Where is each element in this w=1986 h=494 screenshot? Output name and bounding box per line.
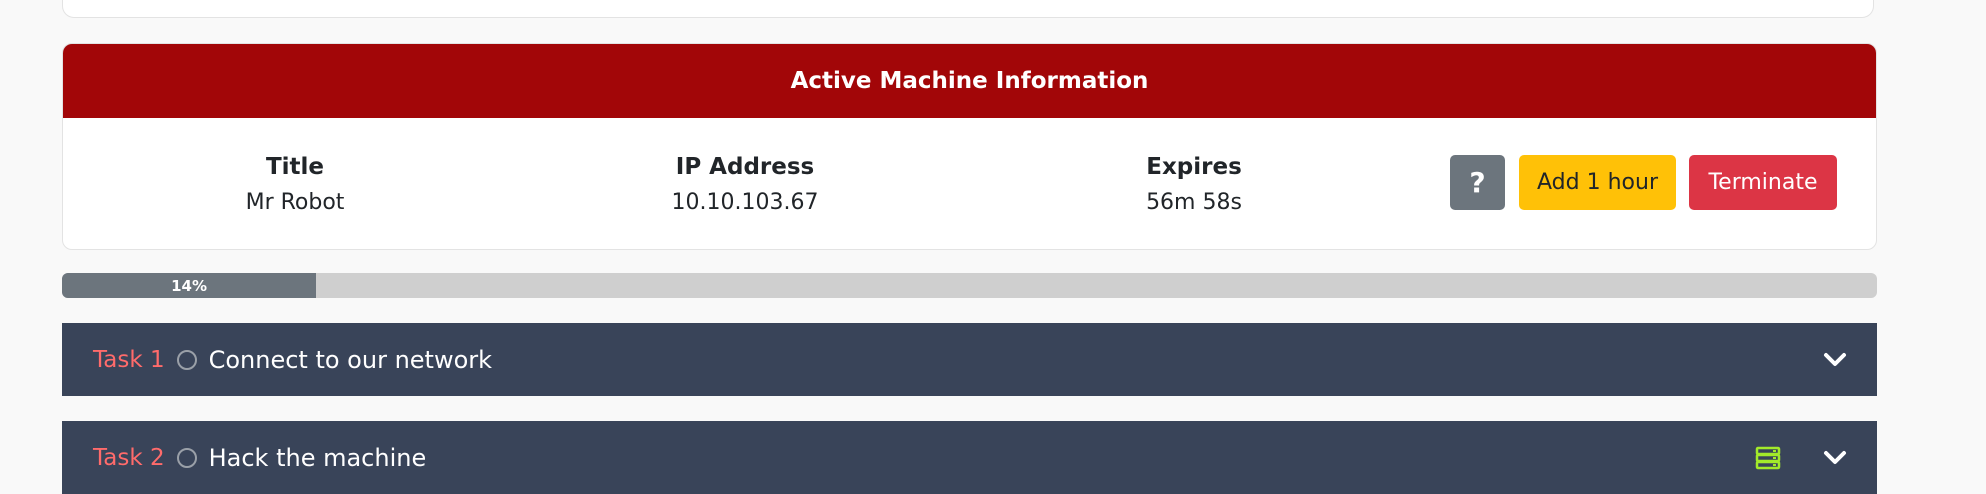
question-icon: ? — [1469, 166, 1486, 199]
add-hour-button[interactable]: Add 1 hour — [1519, 155, 1676, 210]
room-progress-label: 14% — [171, 276, 207, 295]
machine-card-header: Active Machine Information — [63, 44, 1876, 118]
task-1-number: Task 1 — [93, 346, 165, 373]
machine-expires-value: 56m 58s — [1146, 189, 1242, 215]
machine-title-value: Mr Robot — [245, 189, 345, 215]
chevron-down-icon[interactable] — [1823, 352, 1847, 368]
previous-card — [62, 0, 1874, 18]
task-1-row[interactable]: Task 1 Connect to our network — [62, 323, 1877, 396]
room-progress-fill: 14% — [62, 273, 317, 298]
machine-card-title: Active Machine Information — [790, 68, 1149, 94]
terminate-button[interactable]: Terminate — [1689, 155, 1837, 210]
machine-ip-value: 10.10.103.67 — [671, 189, 819, 215]
room-progress-bar: 14% — [62, 273, 1877, 298]
machine-title-field: Title Mr Robot — [245, 118, 345, 249]
machine-expires-label: Expires — [1146, 153, 1242, 180]
machine-card-body: Title Mr Robot IP Address 10.10.103.67 E… — [63, 118, 1876, 249]
task-2-title: Hack the machine — [208, 443, 427, 472]
server-icon[interactable] — [1755, 446, 1781, 470]
help-button[interactable]: ? — [1450, 155, 1505, 210]
task-2-number: Task 2 — [93, 444, 165, 471]
active-machine-card: Active Machine Information Title Mr Robo… — [62, 43, 1877, 250]
task-incomplete-icon — [176, 447, 197, 468]
task-1-title: Connect to our network — [208, 345, 493, 374]
machine-expires-field: Expires 56m 58s — [1146, 118, 1242, 249]
task-incomplete-icon — [176, 349, 197, 370]
machine-title-label: Title — [265, 153, 325, 180]
machine-ip-label: IP Address — [675, 153, 815, 180]
task-2-row[interactable]: Task 2 Hack the machine — [62, 421, 1877, 494]
machine-ip-field: IP Address 10.10.103.67 — [671, 118, 819, 249]
chevron-down-icon[interactable] — [1823, 450, 1847, 466]
